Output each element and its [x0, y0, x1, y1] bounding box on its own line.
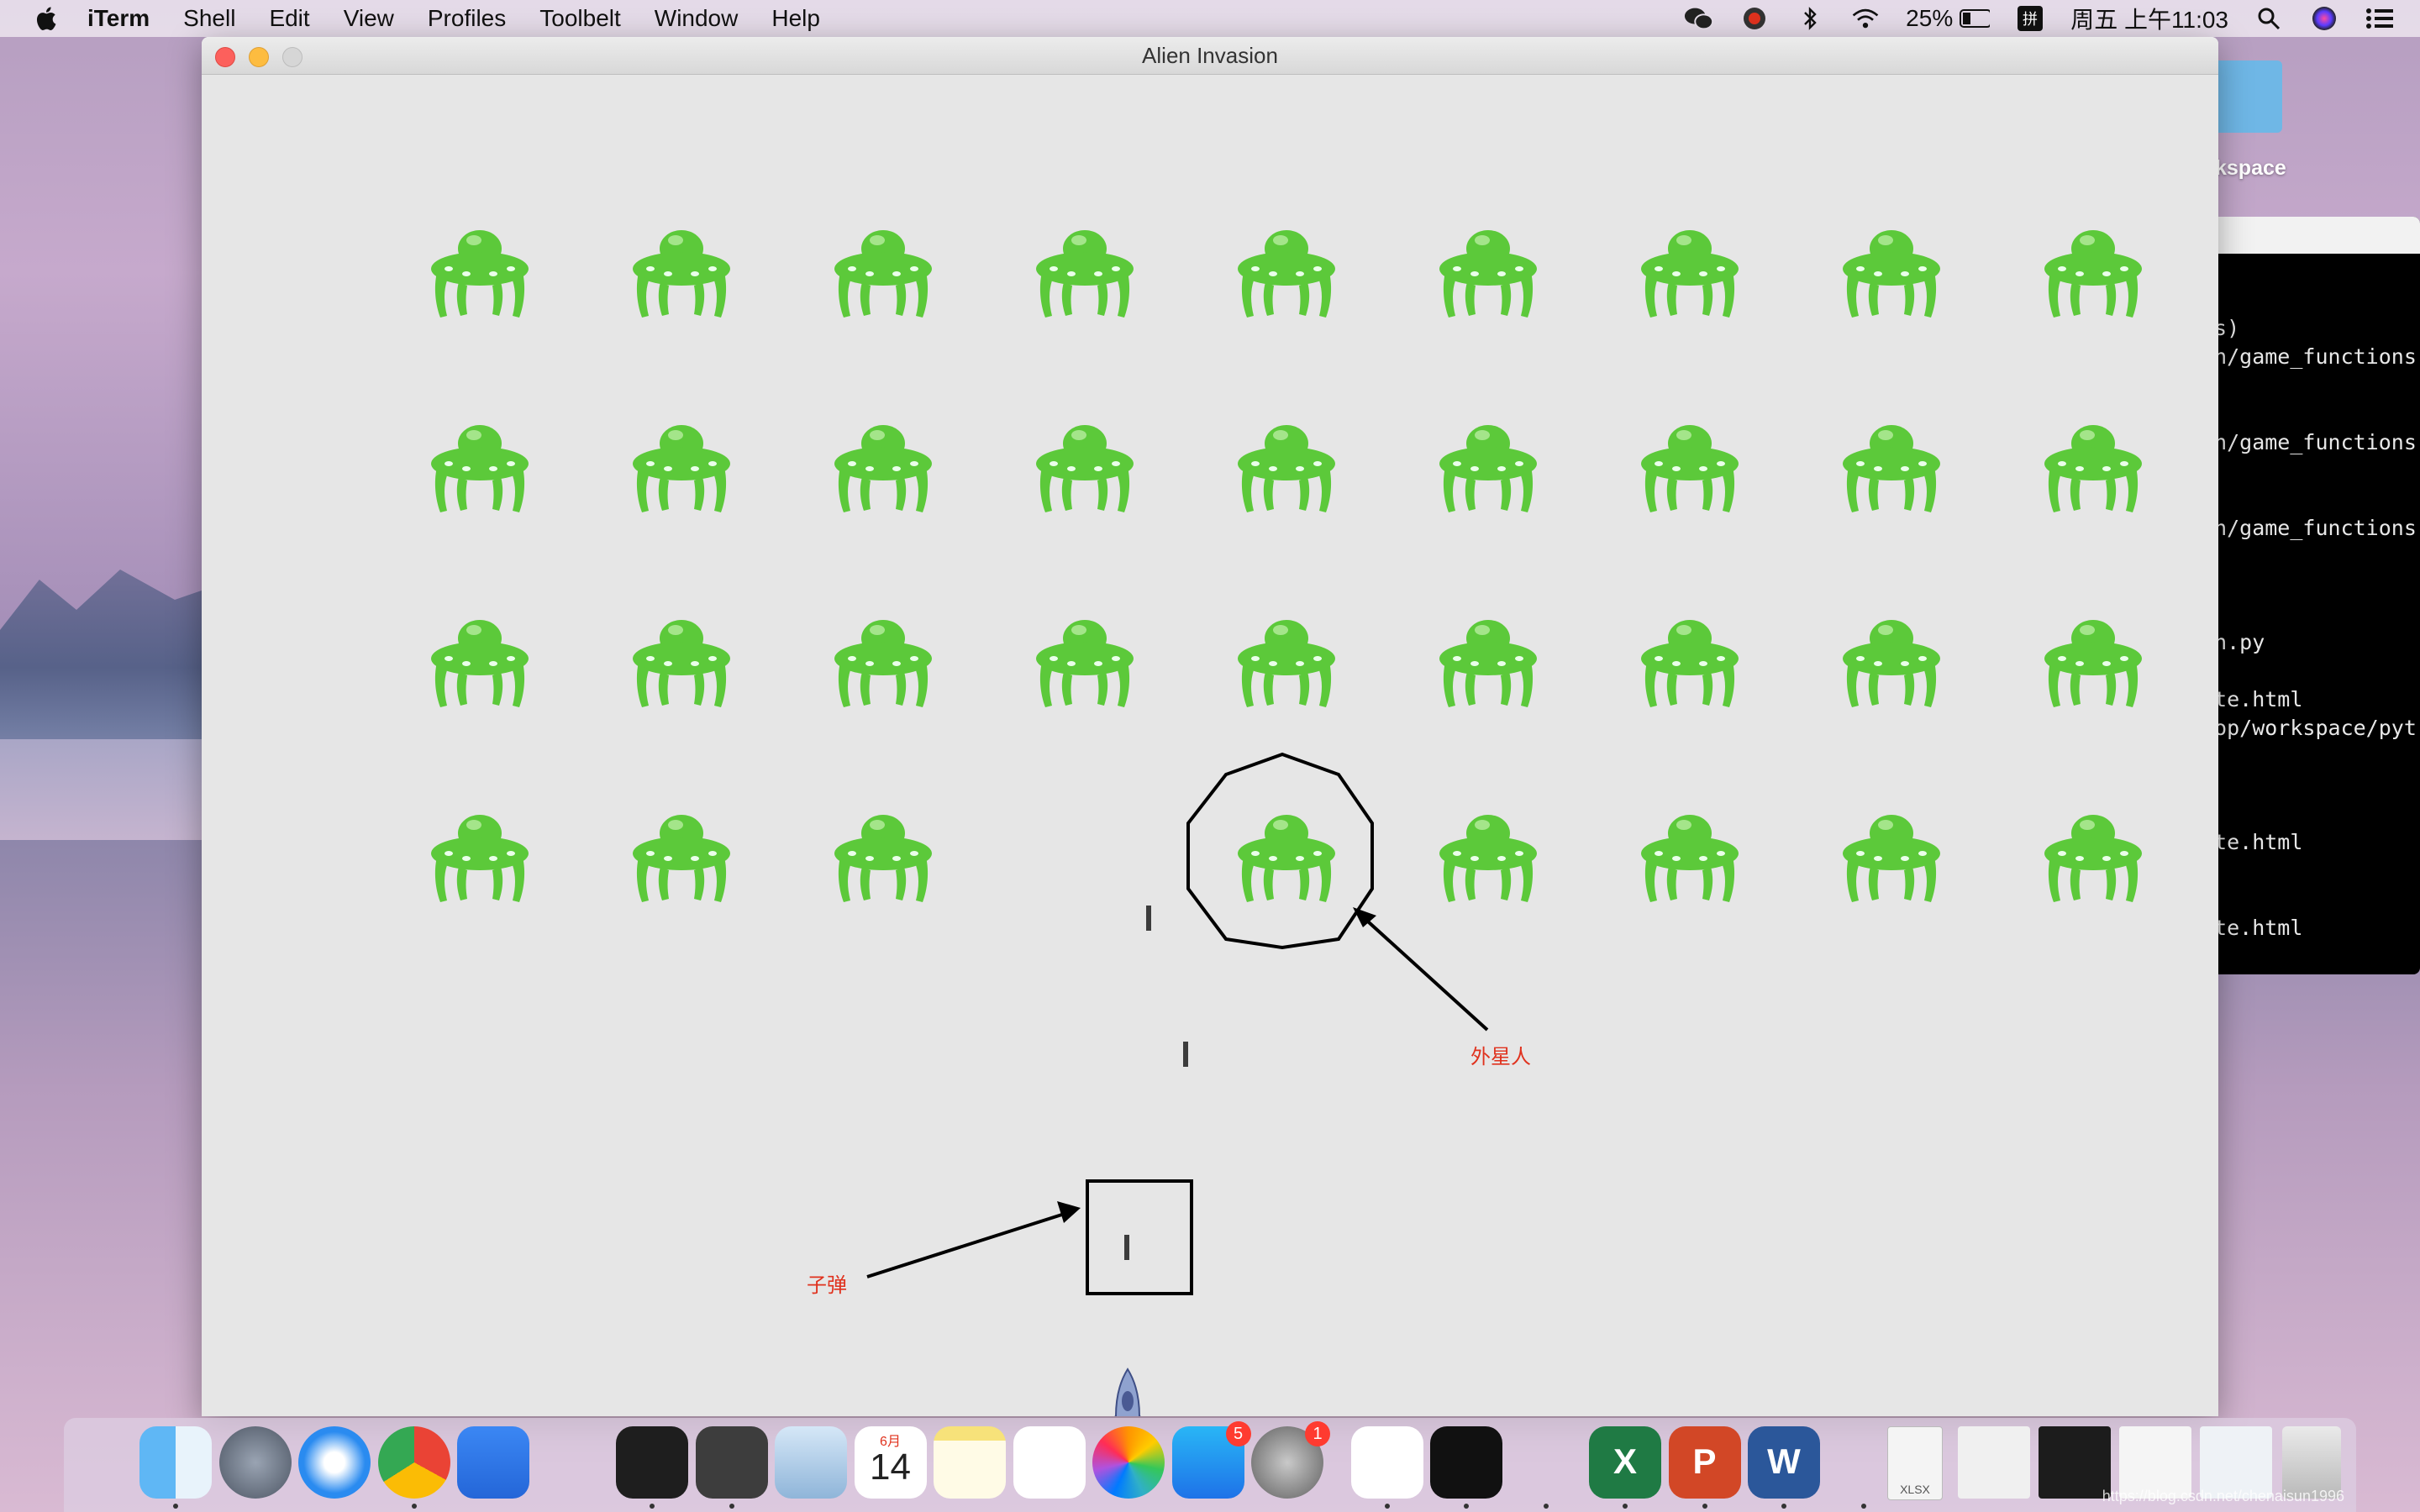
- system-preferences-icon[interactable]: 1: [1251, 1421, 1330, 1499]
- window-title: Alien Invasion: [1142, 43, 1278, 68]
- desktop-folder-label[interactable]: kspace: [2215, 156, 2286, 181]
- battery-icon[interactable]: [1960, 6, 1991, 31]
- menu-view[interactable]: View: [344, 5, 394, 32]
- terminal-line: on/game_functions: [2202, 516, 2417, 540]
- bullet-annotation-label: 子弹: [807, 1274, 847, 1297]
- powerpoint-icon[interactable]: P: [1668, 1426, 1741, 1499]
- game-canvas[interactable]: 外星人 子弹: [202, 74, 2218, 1416]
- running-indicator: [1781, 1504, 1786, 1509]
- launchpad-icon[interactable]: [218, 1426, 292, 1499]
- dock: 6月 14 5 1 X P W XLSX https://blog.csdn.net/che…: [64, 1418, 2356, 1512]
- running-indicator: [1543, 1504, 1549, 1509]
- spotlight-search-icon[interactable]: [2254, 6, 2284, 31]
- running-indicator: [729, 1504, 734, 1509]
- running-indicator: [1384, 1504, 1390, 1509]
- wechat-icon[interactable]: [1510, 1426, 1582, 1499]
- appstore-icon[interactable]: 5: [1171, 1421, 1251, 1499]
- sublime-icon[interactable]: [695, 1426, 768, 1499]
- wps-icon[interactable]: [457, 1426, 529, 1499]
- input-method-icon[interactable]: 拼: [2015, 6, 2045, 31]
- background-terminal-titlebar[interactable]: [2202, 217, 2420, 254]
- excel-letter: X: [1612, 1441, 1637, 1481]
- calendar-day: 14: [870, 1446, 911, 1488]
- menu-shell[interactable]: Shell: [183, 5, 235, 32]
- reminders-icon[interactable]: [1013, 1426, 1086, 1499]
- desktop-wallpaper-water: [0, 739, 218, 840]
- word-letter: W: [1767, 1441, 1801, 1481]
- player-ship: [1114, 1368, 1141, 1416]
- baidu-netdisk-icon[interactable]: [1350, 1426, 1423, 1499]
- apple-menu-icon[interactable]: [34, 5, 57, 32]
- notes-icon[interactable]: [934, 1426, 1006, 1499]
- terminal-line: on/game_functions: [2202, 344, 2417, 369]
- window-thumbnail-browser[interactable]: [1958, 1426, 2030, 1499]
- watermark: https://blog.csdn.net/chenaisun1996: [2102, 1488, 2344, 1504]
- appstore-badge: 5: [1225, 1421, 1251, 1446]
- menu-bar: iTerm Shell Edit View Profiles Toolbelt …: [0, 0, 2420, 37]
- running-indicator: [650, 1504, 655, 1509]
- window-titlebar[interactable]: Alien Invasion: [202, 37, 2218, 75]
- menu-profiles[interactable]: Profiles: [428, 5, 506, 32]
- system-preferences-badge: 1: [1305, 1421, 1330, 1446]
- finder-icon[interactable]: [139, 1426, 212, 1499]
- terminal-line: top/workspace/pyt: [2202, 716, 2417, 740]
- wechat-status-icon[interactable]: [1684, 6, 1714, 31]
- bluetooth-icon[interactable]: [1795, 6, 1825, 31]
- alien-highlight-octagon: [1186, 752, 1374, 950]
- qq-icon[interactable]: [537, 1426, 609, 1499]
- menu-help[interactable]: Help: [771, 5, 820, 32]
- vpn-status-icon[interactable]: [1739, 6, 1770, 31]
- running-indicator: [1702, 1504, 1707, 1509]
- powerpoint-letter: P: [1692, 1441, 1717, 1481]
- window-thumbnail-terminal[interactable]: [2039, 1426, 2111, 1499]
- excel-icon[interactable]: X: [1589, 1426, 1661, 1499]
- mail-icon[interactable]: [775, 1426, 847, 1499]
- svg-text:拼: 拼: [2023, 11, 2038, 29]
- calendar-icon[interactable]: 6月 14: [854, 1426, 927, 1499]
- alien-arrow-line: [1358, 912, 1489, 1032]
- alien-annotation-label: 外星人: [1470, 1046, 1531, 1068]
- running-indicator: [1464, 1504, 1469, 1509]
- running-indicator: [1623, 1504, 1628, 1509]
- safari-icon[interactable]: [298, 1426, 371, 1499]
- alien-invasion-window[interactable]: Alien Invasion 外星人 子弹: [202, 37, 2218, 1416]
- notification-center-icon[interactable]: [2365, 6, 2395, 31]
- siri-icon[interactable]: [2309, 6, 2339, 31]
- bullet-arrow-line: [866, 1211, 1068, 1278]
- clock[interactable]: 周五 上午11:03: [2070, 2, 2228, 35]
- wifi-icon[interactable]: [1850, 6, 1881, 31]
- word-icon[interactable]: W: [1748, 1426, 1820, 1499]
- chrome-icon[interactable]: [377, 1426, 450, 1499]
- menubar-status-area: 25% 拼 周五 上午11:03: [1684, 0, 2420, 37]
- battery-percent: 25%: [1906, 5, 1954, 31]
- annotation-overlay: [866, 752, 1489, 1295]
- running-indicator: [173, 1504, 178, 1509]
- xlsx-file-icon[interactable]: XLSX: [1887, 1426, 1943, 1500]
- menu-edit[interactable]: Edit: [269, 5, 309, 32]
- menu-toolbelt[interactable]: Toolbelt: [539, 5, 621, 32]
- running-indicator: [411, 1504, 417, 1509]
- background-terminal-window[interactable]: ts) on/game_functions on/game_functions …: [2202, 217, 2420, 974]
- menu-window[interactable]: Window: [655, 5, 739, 32]
- photos-icon[interactable]: [1092, 1426, 1165, 1499]
- iterm-icon[interactable]: [1430, 1426, 1502, 1499]
- xlsx-file-label: XLSX: [1900, 1483, 1930, 1496]
- bullet-arrow-head: [1057, 1201, 1081, 1223]
- bullet-highlight-box: [1086, 1179, 1193, 1295]
- terminal-icon[interactable]: [616, 1426, 688, 1499]
- terminal-line: on/game_functions: [2202, 430, 2417, 454]
- running-indicator: [1860, 1504, 1866, 1509]
- menu-app-name[interactable]: iTerm: [87, 5, 150, 32]
